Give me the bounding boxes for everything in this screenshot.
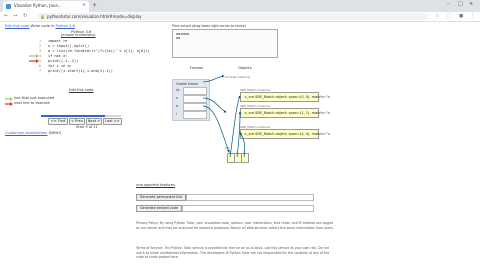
- line-number: 5: [39, 59, 42, 63]
- step-counter: Step 9 of 11: [76, 125, 98, 129]
- privacy-paragraph: Privacy Policy: By using Python Tutor, y…: [136, 221, 334, 230]
- step-slider[interactable]: [41, 115, 121, 117]
- new-tab-button[interactable]: +: [92, 2, 97, 9]
- back-icon[interactable]: ←: [4, 13, 8, 19]
- code-line: print((i.start(1),i.end(1)-1)): [48, 69, 113, 73]
- legend-next-text: next line to execute: [14, 101, 50, 105]
- line-number: 4: [39, 54, 42, 58]
- star-icon[interactable]: ☆: [435, 13, 439, 19]
- line-number: 3: [39, 49, 42, 53]
- browser-tab-bar: Visualize Python, Java... × + – □ ×: [0, 0, 480, 12]
- step-slider-fill: [41, 115, 105, 117]
- prev-button[interactable]: < Prev: [69, 118, 85, 125]
- code-line: if not a:: [48, 54, 68, 58]
- line-number: 2: [39, 44, 42, 48]
- customize-suffix: (NEW!): [48, 131, 62, 135]
- generate-permanent-link-button[interactable]: Generate permanent link: [136, 194, 186, 201]
- code-line: for i in a:: [48, 64, 72, 68]
- code-line: import re: [48, 39, 68, 43]
- red-arrow-icon: [5, 102, 13, 106]
- current-line-arrows: [29, 54, 39, 63]
- minimize-icon[interactable]: –: [447, 1, 450, 7]
- address-bar[interactable]: 🔒 pythontutor.com/visualize.html#mode=di…: [37, 13, 429, 20]
- green-arrow-icon: [5, 97, 13, 101]
- browser-tab[interactable]: Visualize Python, Java... ×: [3, 1, 89, 12]
- url-text[interactable]: pythontutor.com/visualize.html#mode=disp…: [47, 14, 142, 19]
- edit-code-top-link[interactable]: Edit this code: [5, 24, 29, 28]
- unsupported-features-link[interactable]: unsupported features: [136, 183, 175, 187]
- customize-link[interactable]: Customize visualization: [5, 131, 47, 135]
- reload-icon[interactable]: ↻: [23, 13, 27, 19]
- close-window-icon[interactable]: ×: [469, 1, 473, 7]
- menu-icon[interactable]: ⋮: [470, 13, 475, 19]
- tab-close-icon[interactable]: ×: [82, 3, 86, 8]
- profile-icon[interactable]: ●: [459, 13, 463, 19]
- permanent-link-field[interactable]: [186, 194, 314, 201]
- embed-code-field[interactable]: [182, 205, 314, 212]
- last-button[interactable]: Last >>: [103, 118, 122, 125]
- known-limitations-link[interactable]: (known limitations): [61, 33, 96, 37]
- pointer-arrows: [202, 74, 246, 158]
- generate-embed-code-button[interactable]: Generate embed code: [136, 205, 182, 212]
- top-line: Edit this code Write code in Python 3.6: [5, 24, 75, 28]
- code-line: print((-1,-1)): [48, 59, 79, 63]
- forward-icon[interactable]: →: [13, 13, 17, 19]
- maximize-icon[interactable]: □: [458, 1, 463, 7]
- line-number: 7: [39, 69, 42, 73]
- line-number: 1: [39, 39, 42, 43]
- top-language-link[interactable]: Python 3.6: [56, 24, 75, 28]
- code-line: a = list(re.finditer(r'(?=(%s))' % s[1],…: [48, 49, 150, 53]
- tab-title: Visualize Python, Java...: [14, 3, 62, 8]
- first-button[interactable]: << First: [48, 118, 68, 125]
- edit-code-link[interactable]: Edit this code: [69, 88, 93, 92]
- top-text: Write code in: [30, 24, 55, 28]
- print-output-box[interactable]: aaadaa aa: [172, 29, 278, 58]
- lock-icon: 🔒: [40, 14, 45, 19]
- customize-row: Customize visualization (NEW!): [5, 131, 61, 135]
- favicon-icon: [6, 4, 11, 9]
- extensions-icon[interactable]: ⬚: [447, 13, 452, 19]
- prev-line-arrow-icon: [29, 54, 39, 58]
- output-line: aa: [176, 36, 181, 41]
- line-number: 6: [39, 64, 42, 68]
- next-line-arrow-icon: [29, 59, 39, 63]
- output-label: Print output (drag lower right corner to…: [172, 24, 246, 28]
- terms-paragraph: Terms of Service: The Python Tutor servi…: [136, 246, 330, 260]
- code-panel: 1 import re 2 s = input().split() 3 a = …: [28, 39, 150, 83]
- next-button[interactable]: Next >: [86, 118, 102, 125]
- code-line: s = input().split(): [48, 44, 90, 48]
- browser-toolbar: ← → ↻ 🔒 pythontutor.com/visualize.html#m…: [0, 12, 480, 22]
- legend-prev-text: line that just executed: [14, 96, 55, 100]
